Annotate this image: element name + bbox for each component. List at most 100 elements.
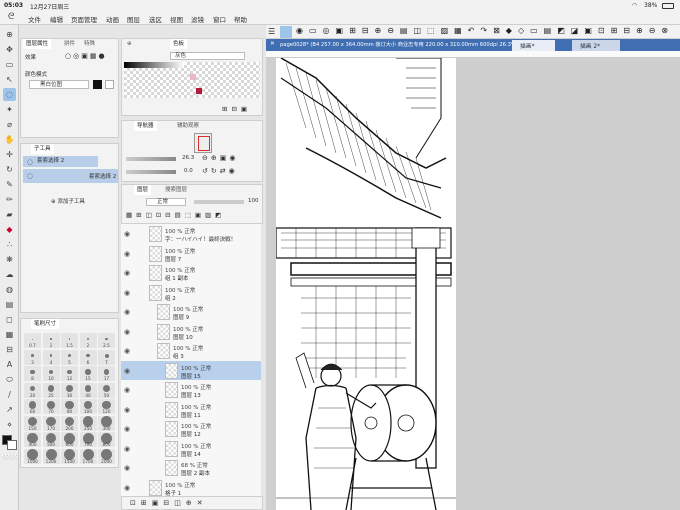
- visibility-eye-icon[interactable]: ◉: [124, 308, 130, 316]
- brush-size-cell[interactable]: 170: [42, 415, 60, 431]
- brush-tool-icon[interactable]: ◆: [3, 223, 16, 236]
- brush-size-cell[interactable]: 60: [24, 399, 41, 414]
- brush-size-cell[interactable]: 30: [61, 382, 78, 398]
- layer-row[interactable]: ◉ 100 % 正常组 3: [121, 341, 261, 362]
- visibility-eye-icon[interactable]: ◉: [124, 230, 130, 238]
- menu-animation[interactable]: 动画: [106, 14, 119, 24]
- tab-color-wheel[interactable]: ⊕: [124, 39, 135, 49]
- brush-size-cell[interactable]: 250: [79, 415, 97, 431]
- brush-size-cell[interactable]: 70: [42, 399, 60, 414]
- brush-size-cell[interactable]: 50: [98, 382, 115, 398]
- menu-view[interactable]: 视图: [170, 14, 183, 24]
- menu-window[interactable]: 窗口: [213, 14, 226, 24]
- menu-help[interactable]: 帮助: [234, 14, 247, 24]
- brush-size-cell[interactable]: 0.7: [24, 333, 41, 348]
- tab-parts[interactable]: 拼件: [61, 39, 78, 49]
- brush-size-cell[interactable]: 80: [61, 399, 78, 414]
- menu-filter[interactable]: 滤镜: [191, 14, 204, 24]
- visibility-eye-icon[interactable]: ◉: [124, 425, 130, 433]
- balloon-tool-icon[interactable]: ⬭: [3, 373, 16, 386]
- tab-sub-tool[interactable]: 子工具: [31, 144, 54, 154]
- brush-size-cell[interactable]: 4: [42, 349, 60, 365]
- brush-size-cell[interactable]: 400: [24, 432, 41, 447]
- tab-sub-view[interactable]: 辅助观察: [174, 121, 202, 131]
- red-swatch[interactable]: [196, 88, 202, 94]
- brush-size-cell[interactable]: 1: [42, 333, 60, 348]
- manga-page-canvas[interactable]: [276, 58, 456, 510]
- layer-row[interactable]: ◉ 100 % 正常 字：一ハイハイ！最終決戦！: [121, 224, 261, 245]
- menu-icon[interactable]: ☰: [268, 27, 275, 36]
- move-tool-icon[interactable]: ✥: [3, 43, 16, 56]
- effect-icons[interactable]: ○◎▣▦●: [65, 52, 107, 60]
- brush-size-cell[interactable]: 15: [79, 366, 97, 381]
- close-doc-icon[interactable]: ✕: [270, 41, 275, 47]
- color-set-select[interactable]: 灰色: [170, 52, 245, 60]
- brush-size-cell[interactable]: 300: [98, 415, 115, 431]
- layer-row[interactable]: ◉ 100 % 正常 图层 13: [121, 380, 261, 401]
- sub-color-swatch[interactable]: [7, 440, 17, 450]
- layer-footer-actions[interactable]: ⊡⊞▣⊟◫⊕✕: [130, 499, 208, 507]
- brush-size-cell[interactable]: 1700: [79, 448, 97, 464]
- color-mode-select[interactable]: 黑白位图: [29, 80, 89, 89]
- layer-row[interactable]: ◉ 100 % 正常组 2: [121, 282, 261, 304]
- menu-file[interactable]: 文件: [28, 14, 41, 24]
- brush-size-cell[interactable]: 150: [24, 415, 41, 431]
- menu-page[interactable]: 页面管理: [71, 14, 97, 24]
- canvas-workarea[interactable]: [266, 58, 680, 510]
- lasso-tool-icon[interactable]: ◌: [3, 88, 16, 101]
- brush-size-cell[interactable]: 600: [61, 432, 78, 447]
- menu-edit[interactable]: 编辑: [50, 14, 63, 24]
- tab-special[interactable]: 特殊: [81, 39, 98, 49]
- eyedropper-icon[interactable]: ⌀: [3, 118, 16, 131]
- brush-size-cell[interactable]: 200: [61, 415, 78, 431]
- frame-tool-icon[interactable]: ▦: [3, 328, 16, 341]
- tab-color-set[interactable]: 色板: [170, 39, 188, 49]
- layer-row[interactable]: ◉ 100 % 正常组 1 副本: [121, 263, 261, 284]
- visibility-eye-icon[interactable]: ◉: [124, 484, 130, 492]
- layer-row[interactable]: ◉ 68 % 正常 图层 2 副本: [121, 458, 261, 479]
- vector-tool-icon[interactable]: ⋄: [3, 418, 16, 431]
- ruler-tool-icon[interactable]: ⊟: [3, 343, 16, 356]
- brush-size-cell[interactable]: 5: [61, 349, 78, 365]
- layer-row[interactable]: ◉ 100 % 正常 图层 14: [121, 438, 261, 460]
- tab-layer[interactable]: 图层: [134, 185, 152, 195]
- brush-size-cell[interactable]: 8: [24, 366, 41, 381]
- tab-navigator[interactable]: 导航器: [134, 121, 157, 131]
- pencil-tool-icon[interactable]: ✏: [3, 193, 16, 206]
- airbrush-icon[interactable]: ∴: [3, 238, 16, 251]
- layer-row[interactable]: ◉ 100 % 正常 图层 12: [121, 419, 261, 440]
- brush-size-cell[interactable]: 17: [98, 366, 115, 381]
- decoration-icon[interactable]: ❋: [3, 253, 16, 266]
- brush-size-cell[interactable]: 120: [98, 399, 115, 414]
- brush-size-cell[interactable]: 2.5: [98, 333, 115, 348]
- correct-line-icon[interactable]: ↗: [3, 403, 16, 416]
- marquee-tool-icon[interactable]: ▭: [3, 58, 16, 71]
- brush-size-cell[interactable]: 800: [98, 432, 115, 447]
- color-set-actions[interactable]: ⊞⊟▣: [222, 105, 251, 113]
- doc-tab-1[interactable]: 描画*: [512, 40, 555, 51]
- brush-size-cell[interactable]: 20: [24, 382, 41, 398]
- mono-white-swatch[interactable]: [105, 80, 114, 89]
- canvas-toolbar-icons[interactable]: ◉▭◎▣⊞⊟⊕⊖▤◫⬚▨▦↶↷⊠◆◇▭▤◩◪▣⊡⊞⊟⊕⊖⊗: [296, 26, 674, 35]
- brush-size-cell[interactable]: 12: [61, 366, 78, 381]
- blend-tool-icon[interactable]: ☁: [3, 268, 16, 281]
- operation-icon[interactable]: [280, 26, 292, 38]
- sub-tool-item-selected[interactable]: 套索选择 2: [23, 169, 118, 183]
- visibility-eye-icon[interactable]: ◉: [124, 347, 130, 355]
- visibility-eye-icon[interactable]: ◉: [124, 250, 130, 258]
- zoom-tool-icon[interactable]: ⊕: [3, 28, 16, 41]
- auto-select-icon[interactable]: ✦: [3, 103, 16, 116]
- tab-layer-property[interactable]: 图层属性: [23, 39, 52, 49]
- figure-tool-icon[interactable]: ◻: [3, 313, 16, 326]
- doc-tab-2[interactable]: 描画 2*: [572, 40, 621, 51]
- brush-size-cell[interactable]: 40: [79, 382, 97, 398]
- brush-size-cell[interactable]: 700: [79, 432, 97, 447]
- brush-size-cell[interactable]: 7: [98, 349, 115, 365]
- layer-row[interactable]: ◉ 100 % 正常 图层 10: [121, 321, 261, 343]
- brush-size-cell[interactable]: 2000: [98, 448, 115, 464]
- brush-size-cell[interactable]: 1200: [42, 448, 60, 464]
- visibility-eye-icon[interactable]: ◉: [124, 269, 130, 277]
- brush-size-cell[interactable]: 6: [79, 349, 97, 365]
- visibility-eye-icon[interactable]: ◉: [124, 464, 130, 472]
- brush-size-cell[interactable]: 1.5: [61, 333, 78, 348]
